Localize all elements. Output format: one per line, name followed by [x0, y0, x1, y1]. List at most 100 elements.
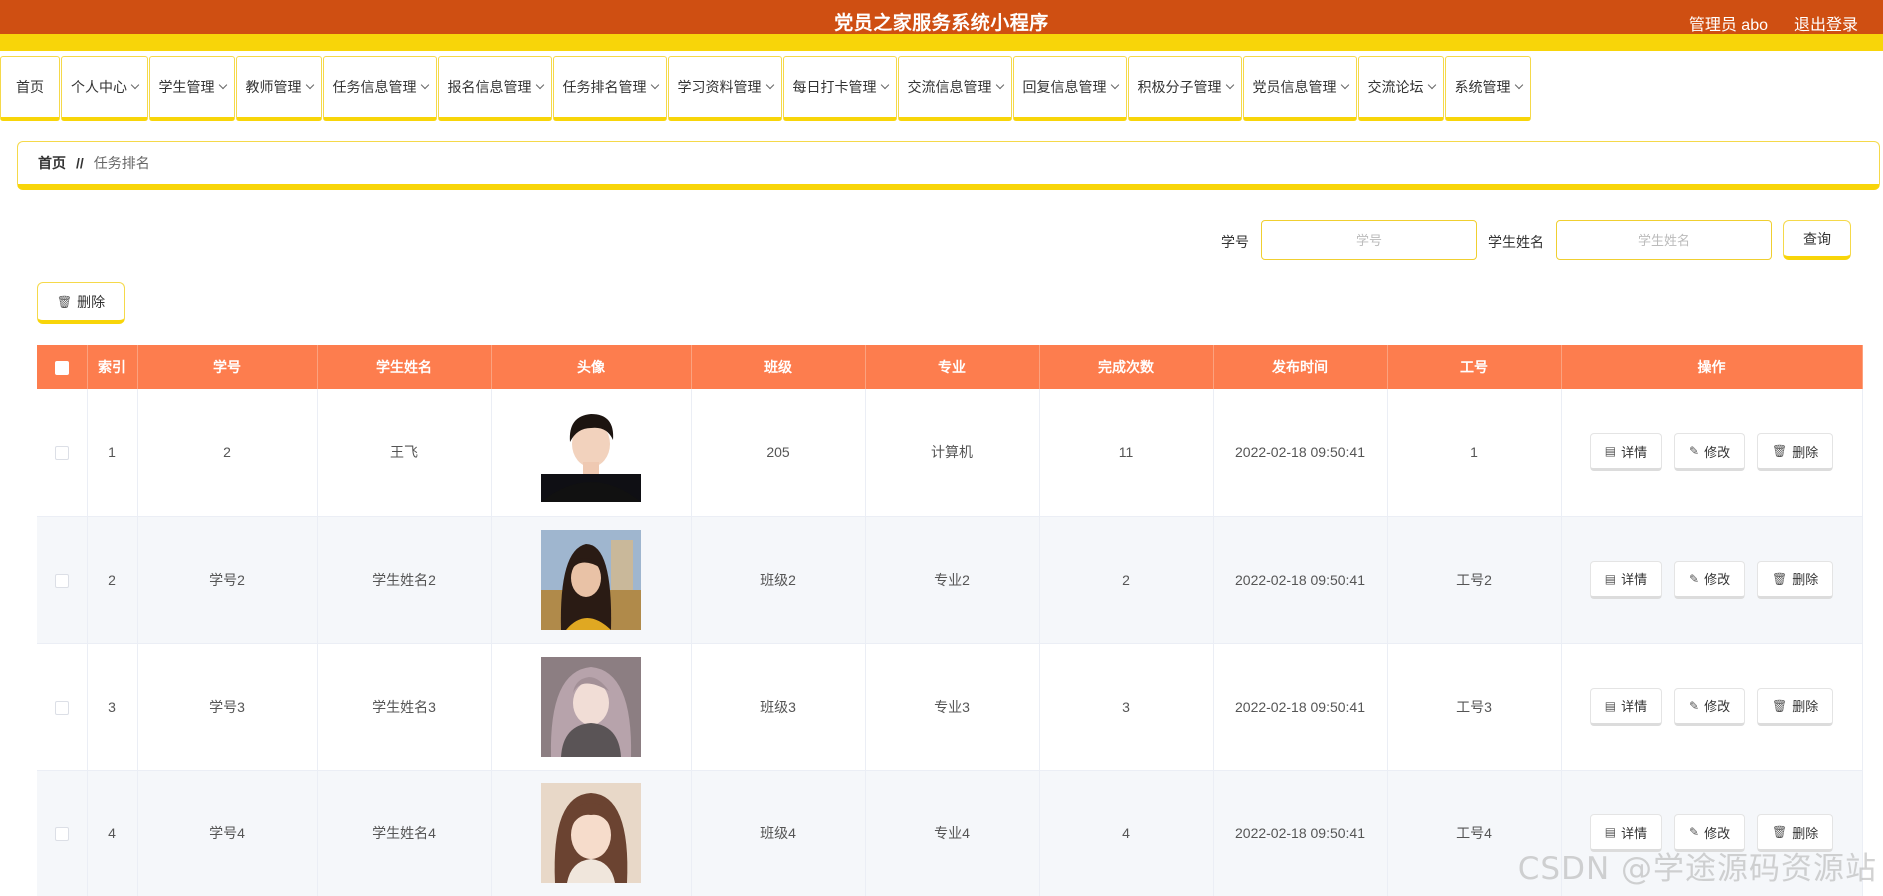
header-avatar: 头像 [491, 345, 692, 389]
table-row: 1 2 王飞 205 计算机 11 2022-02-18 09:50:41 1 … [37, 389, 1863, 517]
edit-button[interactable]: ✎ 修改 [1674, 433, 1746, 472]
nav-item-task-info-mgmt[interactable]: 任务信息管理 [323, 56, 437, 121]
nav-item-teacher-mgmt[interactable]: 教师管理 [236, 56, 322, 121]
pencil-icon: ✎ [1689, 698, 1700, 713]
row-select-cell [37, 643, 88, 771]
cell-index: 3 [87, 643, 138, 771]
chevron-down-icon [130, 80, 140, 90]
edit-button[interactable]: ✎ 修改 [1674, 560, 1746, 599]
header-index: 索引 [87, 345, 138, 389]
edit-label: 修改 [1704, 572, 1731, 587]
nav-item-signup-info-mgmt[interactable]: 报名信息管理 [438, 56, 552, 121]
edit-button[interactable]: ✎ 修改 [1674, 687, 1746, 726]
trash-icon: 🗑 [1771, 571, 1788, 586]
row-select-cell [37, 770, 88, 896]
cell-student-no: 2 [137, 389, 318, 517]
avatar [541, 656, 641, 757]
avatar-female-3-image [541, 783, 641, 883]
chevron-down-icon [305, 80, 314, 90]
avatar-male-image [541, 402, 641, 503]
student-name-input[interactable] [1556, 220, 1772, 260]
breadcrumb-separator: // [76, 155, 84, 171]
nav-item-activist-mgmt[interactable]: 积极分子管理 [1128, 56, 1242, 121]
row-checkbox[interactable] [54, 827, 69, 842]
student-no-input[interactable] [1261, 220, 1477, 260]
chevron-down-icon [1514, 80, 1523, 90]
pencil-icon: ✎ [1689, 444, 1700, 459]
nav-item-system-mgmt[interactable]: 系统管理 [1445, 56, 1531, 121]
breadcrumb: 首页 // 任务排名 [17, 141, 1880, 190]
nav-label: 交流信息管理 [907, 79, 992, 95]
select-all-checkbox[interactable] [54, 361, 69, 376]
cell-student-name: 学生姓名2 [317, 516, 492, 644]
breadcrumb-home[interactable]: 首页 [38, 153, 66, 173]
table-row: 3 学号3 学生姓名3 班级3 专业3 3 2022-02-18 09:50:4… [37, 643, 1863, 771]
nav-label: 交流论坛 [1367, 79, 1424, 95]
chevron-down-icon [1340, 80, 1349, 90]
delete-label: 删除 [1792, 699, 1819, 714]
nav-item-exchange-info-mgmt[interactable]: 交流信息管理 [898, 56, 1012, 121]
avatar [541, 529, 641, 630]
delete-button[interactable]: 🗑 删除 [1756, 687, 1834, 726]
cell-count: 2 [1039, 516, 1214, 644]
cell-student-no: 学号3 [137, 643, 318, 771]
nav-item-study-material-mgmt[interactable]: 学习资料管理 [668, 56, 782, 121]
nav-label: 党员信息管理 [1252, 79, 1337, 95]
cell-student-name: 学生姓名4 [317, 770, 492, 896]
chevron-down-icon [650, 80, 659, 90]
cell-avatar [491, 643, 692, 771]
detail-button[interactable]: ▤ 详情 [1589, 687, 1663, 726]
cell-actions: ▤ 详情 ✎ 修改 🗑 删除 [1561, 389, 1863, 517]
batch-delete-button[interactable]: 🗑 删除 [37, 282, 125, 324]
delete-button[interactable]: 🗑 删除 [1756, 433, 1834, 472]
document-icon: ▤ [1604, 825, 1617, 839]
nav-item-home[interactable]: 首页 [0, 56, 60, 121]
cell-major: 专业2 [865, 516, 1040, 644]
logout-link[interactable]: 退出登录 [1794, 11, 1858, 35]
nav-item-forum[interactable]: 交流论坛 [1358, 56, 1444, 121]
query-button[interactable]: 查询 [1783, 220, 1851, 260]
row-checkbox[interactable] [54, 446, 69, 461]
detail-label: 详情 [1621, 572, 1648, 587]
document-icon: ▤ [1604, 698, 1617, 713]
edit-label: 修改 [1704, 699, 1731, 714]
delete-button[interactable]: 🗑 删除 [1756, 560, 1834, 599]
header-job-no: 工号 [1387, 345, 1562, 389]
cell-index: 2 [87, 516, 138, 644]
nav-item-party-member-mgmt[interactable]: 党员信息管理 [1243, 56, 1357, 121]
nav-item-daily-checkin-mgmt[interactable]: 每日打卡管理 [783, 56, 897, 121]
edit-label: 修改 [1704, 825, 1731, 841]
app-title: 党员之家服务系统小程序 [834, 13, 1049, 34]
nav-label: 积极分子管理 [1137, 79, 1222, 95]
row-checkbox[interactable] [54, 573, 69, 588]
cell-avatar [491, 770, 692, 896]
cell-index: 4 [87, 770, 138, 896]
cell-class: 班级2 [691, 516, 866, 644]
table-row: 2 学号2 学生姓名2 班级2 专业2 2 2022-02-18 09:50:4… [37, 516, 1863, 644]
header-stripe [0, 34, 1883, 51]
nav-item-reply-info-mgmt[interactable]: 回复信息管理 [1013, 56, 1127, 121]
nav-label: 系统管理 [1454, 79, 1511, 95]
row-checkbox[interactable] [54, 700, 69, 715]
nav-label: 首页 [16, 79, 44, 95]
header-actions: 操作 [1561, 345, 1863, 389]
cell-job-no: 工号3 [1387, 643, 1562, 771]
delete-label: 删除 [1792, 572, 1819, 587]
trash-icon: 🗑 [1771, 444, 1788, 459]
cell-major: 专业3 [865, 643, 1040, 771]
chevron-down-icon [765, 80, 774, 90]
table-header-row: 索引 学号 学生姓名 头像 班级 专业 完成次数 发布时间 工号 操作 [37, 345, 1863, 389]
nav-item-student-mgmt[interactable]: 学生管理 [149, 56, 235, 121]
nav-label: 个人中心 [71, 79, 127, 95]
detail-button[interactable]: ▤ 详情 [1589, 433, 1663, 472]
cell-time: 2022-02-18 09:50:41 [1213, 516, 1388, 644]
header-select-all[interactable] [37, 345, 88, 389]
chevron-down-icon [1110, 80, 1119, 90]
pencil-icon: ✎ [1689, 571, 1700, 586]
nav-item-task-ranking-mgmt[interactable]: 任务排名管理 [553, 56, 667, 121]
nav-item-personal-center[interactable]: 个人中心 [61, 56, 148, 121]
cell-actions: ▤ 详情 ✎ 修改 🗑 删除 [1561, 643, 1863, 771]
cell-time: 2022-02-18 09:50:41 [1213, 643, 1388, 771]
cell-major: 专业4 [865, 770, 1040, 896]
detail-button[interactable]: ▤ 详情 [1589, 560, 1663, 599]
